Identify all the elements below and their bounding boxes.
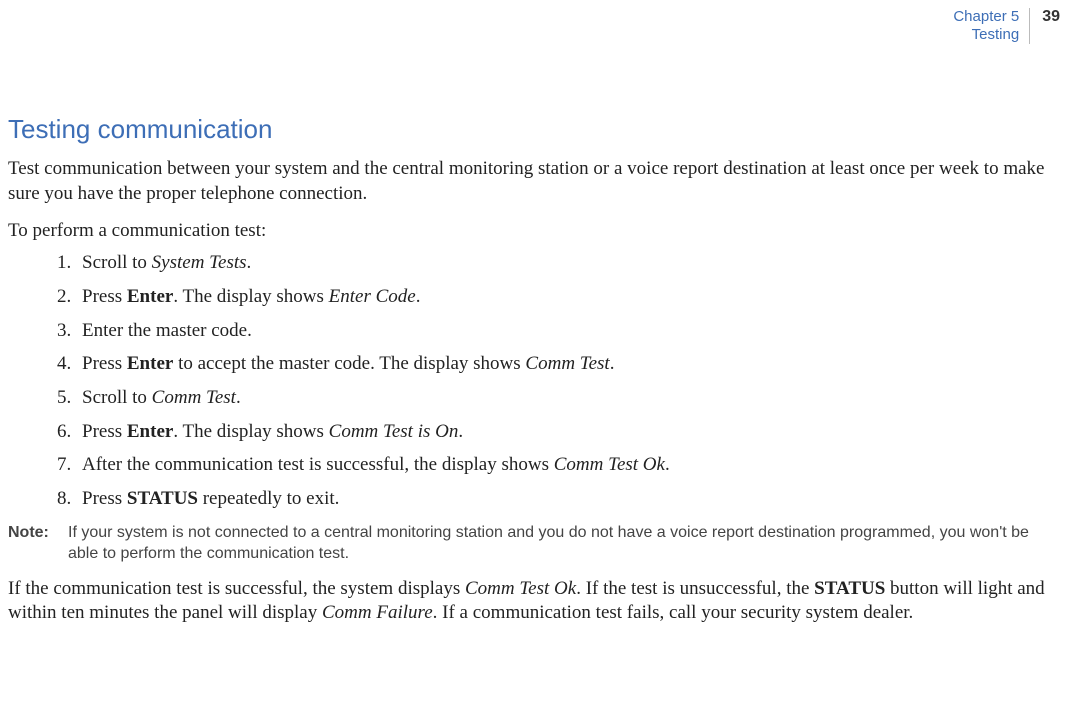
page-header: Chapter 5 Testing 39 [0, 8, 1070, 44]
lead-line: To perform a communication test: [8, 220, 1062, 242]
step-8: Press STATUS repeatedly to exit. [76, 486, 1062, 512]
step-1: Scroll to System Tests. [76, 250, 1062, 276]
step-3: Enter the master code. [76, 318, 1062, 344]
header-divider [1029, 8, 1030, 44]
steps-list: Scroll to System Tests. Press Enter. The… [8, 250, 1062, 511]
step-6: Press Enter. The display shows Comm Test… [76, 419, 1062, 445]
page-number: 39 [1034, 8, 1060, 44]
chapter-line-2: Testing [953, 26, 1019, 44]
note-text: If your system is not connected to a cen… [68, 522, 1062, 565]
result-paragraph: If the communication test is successful,… [8, 577, 1062, 626]
step-2: Press Enter. The display shows Enter Cod… [76, 284, 1062, 310]
chapter-label: Chapter 5 Testing [953, 8, 1029, 44]
step-4: Press Enter to accept the master code. T… [76, 351, 1062, 377]
step-5: Scroll to Comm Test. [76, 385, 1062, 411]
page-content: Testing communication Test communication… [0, 114, 1070, 626]
chapter-line-1: Chapter 5 [953, 8, 1019, 26]
note-block: Note: If your system is not connected to… [8, 522, 1062, 565]
intro-paragraph: Test communication between your system a… [8, 157, 1062, 206]
step-7: After the communication test is successf… [76, 452, 1062, 478]
section-title: Testing communication [8, 114, 1062, 145]
document-page: Chapter 5 Testing 39 Testing communicati… [0, 0, 1070, 626]
note-label: Note: [8, 522, 68, 565]
